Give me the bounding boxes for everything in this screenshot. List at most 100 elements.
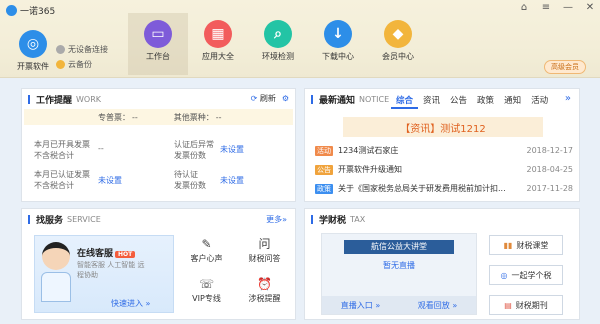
tab-activity[interactable]: 活动 [526, 93, 553, 109]
close-icon[interactable]: ✕ [584, 2, 596, 13]
lecture-title: 航信公益大讲堂 [344, 240, 454, 254]
cloud-backup-text: 云备份 [68, 60, 92, 69]
notice-tag: 活动 [315, 145, 333, 156]
nav-label: 工作台 [146, 52, 170, 61]
reminder-value: -- [98, 144, 104, 153]
nav-member[interactable]: ◆ 会员中心 [368, 13, 428, 75]
reminder-line1: 本月已开具发票 [34, 140, 90, 149]
nav-workbench[interactable]: ▭ 工作台 [128, 13, 188, 75]
tax-header: 学财税 TAX [305, 209, 579, 229]
nav-download[interactable]: ↓ 下载中心 [308, 13, 368, 75]
notice-row[interactable]: 活动 1234测试石家庄 2018-12-17 [315, 145, 573, 156]
tax-panel: 学财税 TAX 航信公益大讲堂 暂无直播 直播入口 » 观看回放 » ▮▮ 财税课… [304, 208, 580, 320]
device-status[interactable]: 无设备连接 [56, 42, 108, 57]
video-actions: 直播入口 » 观看回放 » [322, 296, 476, 314]
quick-enter-link[interactable]: 快速进入 » [111, 298, 150, 309]
service-header: 找服务 SERVICE [22, 209, 295, 229]
work-panel: 工作提醒 WORK ⟳ 刷新 ⚙ 专普票： -- 其他票种： -- 本月已开具发… [21, 88, 296, 202]
service-item-label: 涉税提醒 [248, 294, 281, 303]
billing-software-button[interactable]: ◎ 开票软件 [14, 30, 52, 72]
service-item-label: 财税问答 [248, 254, 281, 263]
notice-row[interactable]: 政策 关于《国家税务总局关于研发费用税前加计扣... 2017-11-28 [315, 183, 573, 194]
main-nav: ▭ 工作台 ▦ 应用大全 ⌕ 环境检测 ↓ 下载中心 ◆ 会员中心 [128, 13, 428, 75]
cloud-backup[interactable]: 云备份 [56, 57, 108, 72]
other-invoice-label: 其他票种： [173, 112, 214, 122]
notice-banner[interactable]: 【资讯】测试1212 [343, 117, 543, 137]
tax-reminder-button[interactable]: ⏰ 涉税提醒 [236, 275, 293, 311]
status-area: 无设备连接 云备份 [56, 42, 108, 72]
refresh-label: 刷新 [259, 94, 276, 103]
member-badge[interactable]: 高级会员 [544, 60, 586, 74]
service-panel: 找服务 SERVICE 更多» 在线客服 HOT 智能客服 人工智能 远程协助 快… [21, 208, 296, 320]
online-service-card[interactable]: 在线客服 HOT 智能客服 人工智能 远程协助 快速进入 » [34, 235, 174, 313]
reminder-item: 本月已认证发票 不含税合计 [34, 169, 90, 191]
member-icon: ◆ [384, 20, 412, 48]
notice-tabs: 综合 资讯 公告 政策 通知 活动 [391, 93, 553, 109]
menu-icon[interactable]: ≡ [540, 2, 552, 13]
tax-button-label: 一起学个税 [511, 270, 552, 280]
nav-label: 会员中心 [382, 52, 414, 61]
reminder-item: 本月已开具发票 不含税合计 [34, 139, 90, 161]
skin-icon[interactable]: ⌂ [518, 2, 530, 13]
service-item-label: 客户心声 [190, 254, 223, 263]
tab-policy[interactable]: 政策 [472, 93, 499, 109]
reminder-item: 待认证 发票份数 [174, 169, 206, 191]
env-check-icon: ⌕ [264, 20, 292, 48]
tab-announcement[interactable]: 公告 [445, 93, 472, 109]
app-title: 一诺365 [20, 6, 56, 17]
service-more-link[interactable]: 更多» [266, 214, 287, 225]
vip-line-button[interactable]: ☏ VIP专线 [178, 275, 235, 311]
tax-class-button[interactable]: ▮▮ 财税课堂 [489, 235, 563, 255]
notice-title-en: NOTICE [359, 94, 390, 104]
tab-notice[interactable]: 通知 [499, 93, 526, 109]
people-icon: ◎ [500, 270, 508, 280]
special-invoice-label: 专普票： [98, 112, 130, 122]
nav-env-check[interactable]: ⌕ 环境检测 [248, 13, 308, 75]
nav-label: 应用大全 [202, 52, 234, 61]
live-video-area[interactable]: 航信公益大讲堂 暂无直播 直播入口 » 观看回放 » [321, 233, 477, 315]
tax-title-en: TAX [350, 214, 366, 224]
workbench-icon: ▭ [144, 20, 172, 48]
nav-apps[interactable]: ▦ 应用大全 [188, 13, 248, 75]
notice-row[interactable]: 公告 开票软件升级通知 2018-04-25 [315, 164, 573, 175]
notice-date: 2018-04-25 [526, 165, 574, 174]
replay-link[interactable]: 观看回放 » [418, 300, 457, 311]
app-window: 一诺365 ⌂ ≡ — ✕ ◎ 开票软件 无设备连接 云备份 ▭ 工作台 ▦ 应… [0, 0, 600, 324]
reminder-value[interactable]: 未设置 [98, 175, 122, 186]
tab-all[interactable]: 综合 [391, 93, 419, 109]
tax-journal-button[interactable]: ▤ 财税期刊 [489, 295, 563, 315]
tax-title: 学财税 [319, 215, 347, 226]
tax-qa-button[interactable]: 问财税问答 [236, 235, 293, 271]
settings-icon[interactable]: ⚙ [282, 94, 289, 103]
window-controls: ⌂ ≡ — ✕ [518, 2, 596, 13]
notice-tag: 公告 [315, 164, 333, 175]
phone-icon: ☏ [198, 277, 214, 291]
notice-text: 关于《国家税务总局关于研发费用税前加计扣... [338, 184, 506, 193]
tab-news[interactable]: 资讯 [418, 93, 445, 109]
refresh-icon: ⟳ [250, 94, 258, 103]
notice-text: 1234测试石家庄 [338, 146, 399, 155]
online-service-title: 在线客服 HOT [77, 246, 136, 259]
work-title-en: WORK [76, 94, 102, 104]
minimize-icon[interactable]: — [562, 2, 574, 13]
avatar [39, 242, 73, 308]
service-title: 找服务 [36, 215, 64, 226]
reminder-line2: 发票份数 [174, 151, 206, 160]
reminder-line2: 发票份数 [174, 181, 206, 190]
online-service-desc: 智能客服 人工智能 远程协助 [77, 260, 144, 280]
reminder-line1: 待认证 [174, 170, 198, 179]
reminder-line1: 本月已认证发票 [34, 170, 90, 179]
no-live-text: 暂无直播 [383, 261, 415, 270]
notice-more-icon[interactable]: » [565, 93, 571, 104]
live-entry-link[interactable]: 直播入口 » [341, 300, 380, 311]
work-title: 工作提醒 [36, 95, 73, 106]
journal-icon: ▤ [504, 300, 512, 310]
customer-voice-button[interactable]: ✎ 客户心声 [178, 235, 235, 271]
notice-panel: 最新通知 NOTICE 综合 资讯 公告 政策 通知 活动 » 【资讯】测试12… [304, 88, 580, 202]
service-item-label: VIP专线 [192, 294, 221, 303]
reminder-value[interactable]: 未设置 [220, 175, 244, 186]
reminder-value[interactable]: 未设置 [220, 144, 244, 155]
refresh-button[interactable]: ⟳ 刷新 [251, 93, 276, 104]
notice-date: 2018-12-17 [526, 146, 574, 155]
learn-tax-button[interactable]: ◎ 一起学个税 [489, 265, 563, 285]
